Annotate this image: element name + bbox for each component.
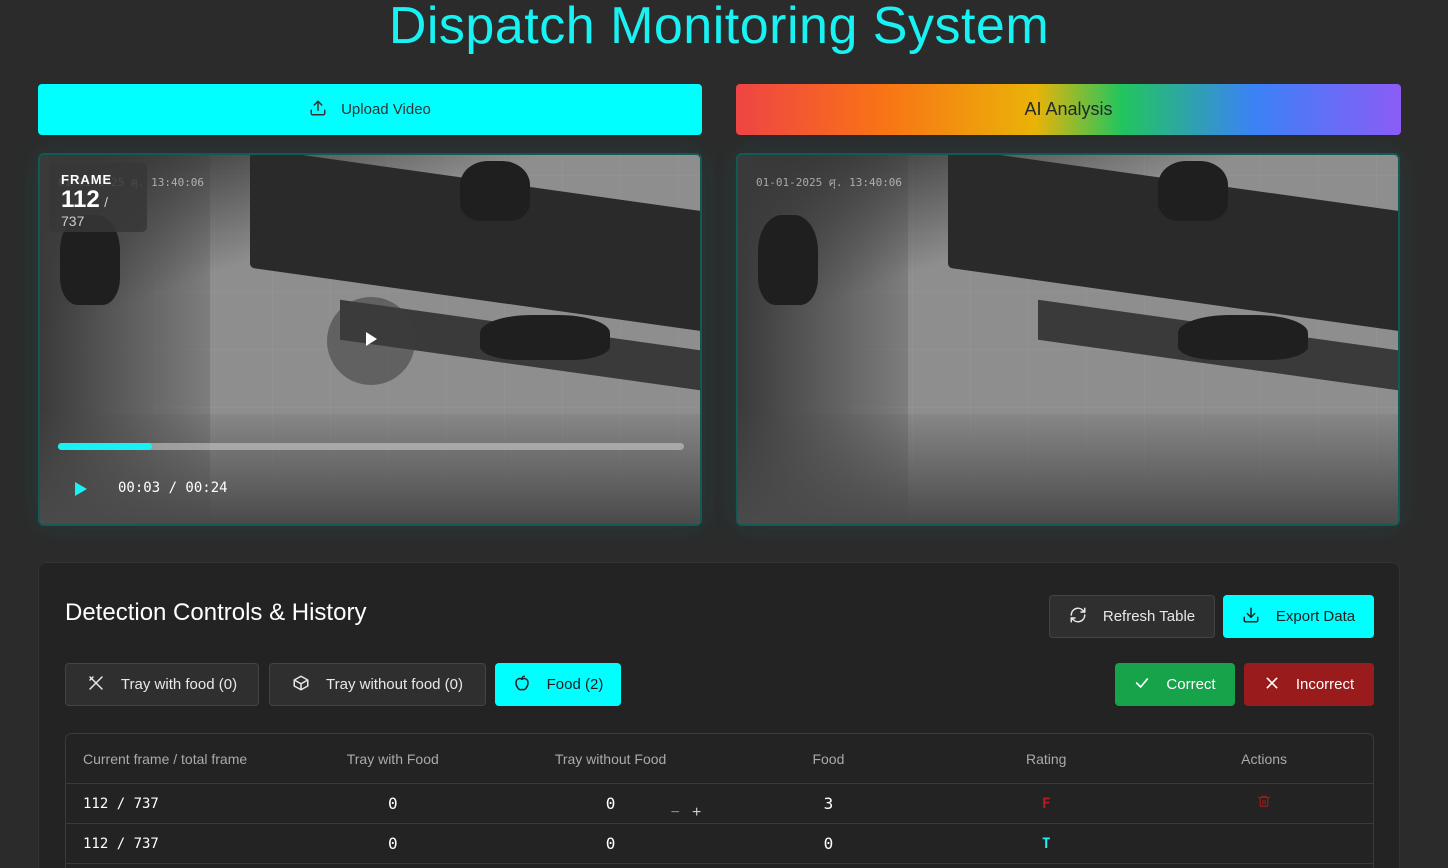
frame-cell: 112 / 737 xyxy=(83,835,159,852)
export-data-button[interactable]: Export Data xyxy=(1223,595,1374,638)
column-header: Rating xyxy=(1026,750,1067,767)
play-overlay-button[interactable] xyxy=(327,297,415,385)
tray-with-food-cell: 0 xyxy=(387,834,398,853)
filter-label: Tray without food (0) xyxy=(326,676,463,693)
video-scene-person xyxy=(1178,315,1308,360)
apple-icon xyxy=(513,674,531,696)
detection-history-table: Current frame / total frame Tray with Fo… xyxy=(65,733,1374,868)
column-header: Tray without Food xyxy=(554,750,667,767)
upload-icon xyxy=(309,99,327,121)
video-scene-person xyxy=(758,215,818,305)
frame-current: 112 xyxy=(61,186,100,213)
box-icon xyxy=(292,674,310,696)
filter-label: Tray with food (0) xyxy=(120,676,238,693)
video-progress-fill xyxy=(58,443,152,450)
play-button[interactable] xyxy=(74,481,88,502)
close-icon xyxy=(1264,675,1280,695)
tray-without-food-cell: 0 xyxy=(605,793,616,813)
table-row: 112 / 737 0 0 0 T xyxy=(66,824,1373,864)
quantity-stepper: − + xyxy=(671,804,702,822)
filter-tray-with-food[interactable]: Tray with food (0) xyxy=(65,663,259,706)
ai-analysis-label: AI Analysis xyxy=(1024,99,1113,119)
refresh-table-button[interactable]: Refresh Table xyxy=(1049,595,1215,638)
analysis-video-player[interactable]: 01-01-2025 ศุ. 13:40:06 xyxy=(736,153,1400,526)
column-header: Tray with Food xyxy=(346,750,439,767)
column-header: Current frame / total frame xyxy=(83,750,248,767)
frame-label: FRAME xyxy=(61,172,113,187)
refresh-icon xyxy=(1069,606,1087,628)
video-scene-floor xyxy=(738,414,1398,524)
detection-controls-panel: Detection Controls & History Refresh Tab… xyxy=(38,562,1400,868)
play-icon xyxy=(363,331,379,352)
page-title: Dispatch Monitoring System xyxy=(388,0,1050,55)
original-video-player[interactable]: 01-01-2025 ศุ. 13:40:06 FRAME 112 / 737 … xyxy=(38,153,702,526)
incorrect-button[interactable]: Incorrect xyxy=(1244,663,1374,706)
refresh-table-label: Refresh Table xyxy=(1102,608,1196,625)
video-scene-person xyxy=(480,315,610,360)
rating-badge: F xyxy=(1042,795,1051,812)
plus-icon[interactable]: + xyxy=(692,804,701,822)
trash-icon[interactable] xyxy=(1257,795,1271,813)
video-scene-person xyxy=(460,161,530,221)
download-icon xyxy=(1242,606,1260,628)
video-scene-floor xyxy=(40,414,700,524)
filter-tray-without-food[interactable]: Tray without food (0) xyxy=(269,663,486,706)
video-scene-person xyxy=(1158,161,1228,221)
export-data-label: Export Data xyxy=(1275,608,1356,625)
filter-food[interactable]: Food (2) xyxy=(495,663,621,706)
video-time-display: 00:03 / 00:24 xyxy=(118,480,228,496)
column-header: Actions xyxy=(1241,750,1288,767)
correct-button[interactable]: Correct xyxy=(1115,663,1235,706)
upload-video-button[interactable]: Upload Video xyxy=(38,84,702,135)
minus-icon[interactable]: − xyxy=(671,804,680,822)
filter-label: Food (2) xyxy=(546,676,604,693)
tray-without-food-cell: 0 xyxy=(605,833,616,853)
column-header: Food xyxy=(812,750,845,767)
panel-title: Detection Controls & History xyxy=(65,599,367,626)
utensils-crossed-icon xyxy=(87,674,105,696)
frame-cell: 112 / 737 xyxy=(83,795,159,812)
upload-video-label: Upload Video xyxy=(341,101,431,118)
frame-counter-badge: FRAME 112 / 737 xyxy=(49,163,147,232)
ai-analysis-button[interactable]: AI Analysis xyxy=(736,84,1401,135)
tray-with-food-cell: 0 xyxy=(387,794,398,813)
video-timestamp: 01-01-2025 ศุ. 13:40:06 xyxy=(756,176,903,189)
check-icon xyxy=(1134,675,1150,695)
table-header: Current frame / total frame Tray with Fo… xyxy=(66,734,1373,784)
rating-badge: T xyxy=(1042,835,1051,852)
video-progress-bar[interactable] xyxy=(58,443,684,450)
table-row: 112 / 737 0 0 − + 3 F xyxy=(66,784,1373,824)
food-cell: 0 xyxy=(823,834,834,853)
play-icon xyxy=(74,482,88,501)
correct-label: Correct xyxy=(1166,676,1216,693)
incorrect-label: Incorrect xyxy=(1295,676,1355,693)
food-cell: 3 xyxy=(823,794,834,813)
